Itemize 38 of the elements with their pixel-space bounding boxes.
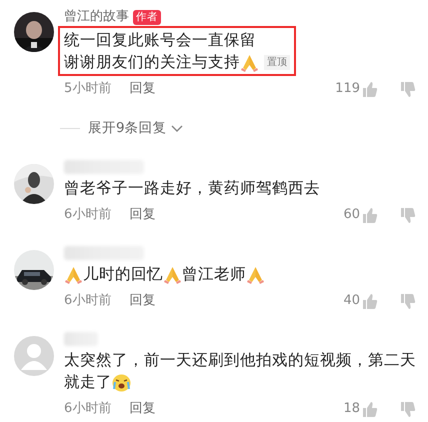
comment-time: 6小时前 — [64, 292, 112, 310]
thumbs-up-icon[interactable] — [362, 80, 378, 98]
reply-link[interactable]: 回复 — [129, 400, 156, 418]
comment-text: 曾江老师 — [182, 264, 246, 286]
author-tag: 作者 — [133, 10, 161, 24]
praying-hands-icon — [64, 264, 83, 284]
reply-link[interactable]: 回复 — [129, 206, 156, 224]
comment-text: 太突然了，前一天还刷到他拍戏的短视频，第二天 — [64, 350, 416, 372]
thumbs-up-icon[interactable] — [362, 292, 378, 310]
pinned-tag: 置顶 — [264, 54, 290, 70]
thumbs-up-icon[interactable] — [362, 400, 378, 418]
comment-time: 6小时前 — [64, 206, 112, 224]
comment-time: 6小时前 — [64, 400, 112, 418]
comment-text: 就走了 — [64, 372, 112, 394]
reply-link[interactable]: 回复 — [129, 292, 156, 310]
comment-time: 5小时前 — [64, 80, 112, 98]
user-name: 曾江的故事 — [64, 8, 129, 26]
thumbs-down-icon[interactable] — [400, 80, 416, 98]
thumbs-down-icon[interactable] — [400, 292, 416, 310]
thumbs-down-icon[interactable] — [400, 400, 416, 418]
comment-text: 儿时的回忆 — [83, 264, 163, 286]
like-count: 18 — [343, 400, 360, 418]
like-count: 119 — [335, 80, 360, 98]
comment-text: 曾老爷子一路走好，黄药师驾鹤西去 — [64, 178, 320, 200]
reply-link[interactable]: 回复 — [129, 80, 156, 98]
crying-face-icon — [112, 372, 131, 392]
avatar-icon — [14, 336, 54, 376]
chevron-down-icon — [170, 124, 183, 133]
comment-text: 统一回复此账号会一直保留 — [64, 30, 256, 51]
like-count: 60 — [343, 206, 360, 224]
praying-hands-icon — [163, 264, 182, 284]
like-count: 40 — [343, 292, 360, 310]
thumbs-up-icon[interactable] — [362, 206, 378, 224]
expand-replies-link[interactable]: 展开9条回复 — [88, 118, 183, 138]
thumbs-down-icon[interactable] — [400, 206, 416, 224]
praying-hands-icon — [240, 52, 259, 72]
praying-hands-icon — [246, 264, 265, 284]
comment-text: 谢谢朋友们的关注与支持 — [64, 52, 240, 73]
